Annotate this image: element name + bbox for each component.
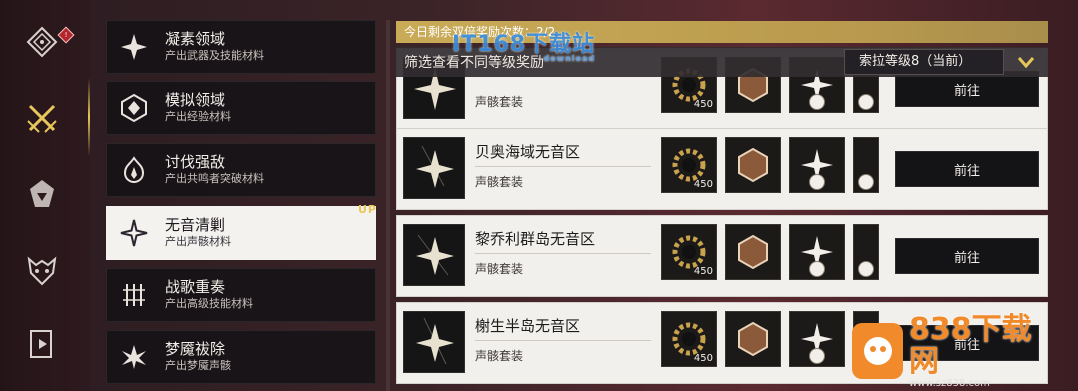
sonata-badge-icon <box>809 94 825 110</box>
drop-quantity: 450 <box>693 179 713 190</box>
title-divider <box>475 253 651 254</box>
dungeon-row: 贝奥海域无音区 声骸套装 450 前往 <box>396 128 1048 210</box>
menu-item-subtitle: 产出声骸材料 <box>165 235 231 248</box>
menu-item-battle-song[interactable]: 战歌重奏 产出高级技能材料 <box>106 268 376 322</box>
dungeon-thumbnail <box>403 224 465 286</box>
site-logo-icon <box>852 323 903 379</box>
drop-echo-material[interactable] <box>725 311 781 367</box>
drop-echo-material[interactable] <box>725 137 781 193</box>
beast-mask-icon[interactable] <box>20 248 64 292</box>
menu-item-subtitle: 产出经验材料 <box>165 110 231 123</box>
menu-item-nightmare[interactable]: 梦魇祓除 产出梦魇声骸 <box>106 330 376 384</box>
drop-list: 450 <box>661 224 879 280</box>
watermark-url: www.sz838.com <box>909 377 990 389</box>
sonata-badge-icon <box>858 261 874 277</box>
menu-item-title: 模拟领域 <box>165 91 226 109</box>
dungeon-thumbnail <box>403 137 465 199</box>
menu-item-subtitle: 产出高级技能材料 <box>165 297 253 310</box>
dungeon-title: 贝奥海域无音区 <box>475 143 581 161</box>
drop-shell-credit[interactable]: 450 <box>661 311 717 367</box>
menu-item-title: 梦魇祓除 <box>165 340 226 358</box>
menu-item-tacet-clearance[interactable]: 无音清剿 产出声骸材料 UP <box>106 203 377 260</box>
cube-lattice-icon <box>107 81 161 135</box>
drop-echo-sonata[interactable] <box>789 224 845 280</box>
go-button[interactable]: 前往 <box>895 151 1039 187</box>
drop-quantity: 450 <box>693 266 713 277</box>
level-select[interactable]: 索拉等级8（当前） <box>844 49 1004 75</box>
lyre-icon <box>107 268 161 322</box>
title-divider <box>475 340 651 341</box>
drop-echo-material[interactable] <box>725 224 781 280</box>
menu-item-title: 无音清剿 <box>165 216 226 234</box>
dungeon-row: 黎乔利群岛无音区 声骸套装 450 前往 <box>396 215 1048 297</box>
drop-quantity: 450 <box>693 353 713 364</box>
dungeon-thumbnail <box>403 311 465 373</box>
list-scrollbar[interactable] <box>386 20 390 391</box>
menu-item-subtitle: 产出共鸣者突破材料 <box>165 172 264 185</box>
dungeon-subtitle: 声骸套装 <box>475 262 524 276</box>
active-indicator <box>88 78 90 156</box>
chevron-down-icon[interactable] <box>1008 50 1044 74</box>
sonata-badge-icon <box>809 348 825 364</box>
menu-item-subtitle: 产出武器及技能材料 <box>165 49 264 62</box>
crossed-swords-icon[interactable] <box>20 96 64 140</box>
drop-quantity: 450 <box>693 99 713 110</box>
menu-item-subtitle: 产出梦魇声骸 <box>165 359 231 372</box>
watermark-bottom-right: 838下载网 www.sz838.com <box>852 313 1048 389</box>
drop-list: 450 <box>661 311 879 367</box>
menu-item-title: 讨伐强敌 <box>165 153 226 171</box>
drop-echo-sonata[interactable] <box>789 311 845 367</box>
title-divider <box>475 166 651 167</box>
drop-shell-credit[interactable]: 450 <box>661 224 717 280</box>
drop-list: 450 <box>661 137 879 193</box>
winged-spark-icon <box>107 330 161 384</box>
sonata-badge-icon <box>858 174 874 190</box>
dungeon-title: 黎乔利群岛无音区 <box>475 230 596 248</box>
drop-echo-sonata-partial[interactable] <box>853 137 879 193</box>
left-nav-rail: ! <box>0 0 90 391</box>
up-tag: UP <box>358 203 377 216</box>
dungeon-subtitle: 声骸套装 <box>475 175 524 189</box>
go-button[interactable]: 前往 <box>895 238 1039 274</box>
dungeon-subtitle: 声骸套装 <box>475 95 524 109</box>
sonata-badge-icon <box>809 174 825 190</box>
echo-fragment-icon[interactable] <box>20 172 64 216</box>
sonata-badge-icon <box>858 94 874 110</box>
drop-shell-credit[interactable]: 450 <box>661 137 717 193</box>
watermark-top: IT168下载站 download <box>452 32 596 63</box>
dungeon-subtitle: 声骸套装 <box>475 349 524 363</box>
flame-crest-icon <box>107 143 161 197</box>
drop-echo-sonata[interactable] <box>789 137 845 193</box>
menu-item-boss[interactable]: 讨伐强敌 产出共鸣者突破材料 <box>106 143 376 197</box>
crystal-cluster-icon <box>107 20 161 74</box>
dungeon-title: 榭生半岛无音区 <box>475 317 581 335</box>
watermark-brand: 838下载网 <box>909 311 1032 379</box>
menu-item-forgery[interactable]: 凝素领域 产出武器及技能材料 <box>106 20 376 74</box>
menu-item-simulation[interactable]: 模拟领域 产出经验材料 <box>106 81 376 135</box>
sonata-badge-icon <box>809 261 825 277</box>
menu-item-title: 凝素领域 <box>165 30 226 48</box>
bookmark-tab-icon[interactable] <box>20 322 64 366</box>
four-point-star-icon <box>107 206 161 260</box>
drop-echo-sonata-partial[interactable] <box>853 224 879 280</box>
menu-item-title: 战歌重奏 <box>165 278 226 296</box>
diamond-compass-icon[interactable] <box>20 20 64 64</box>
